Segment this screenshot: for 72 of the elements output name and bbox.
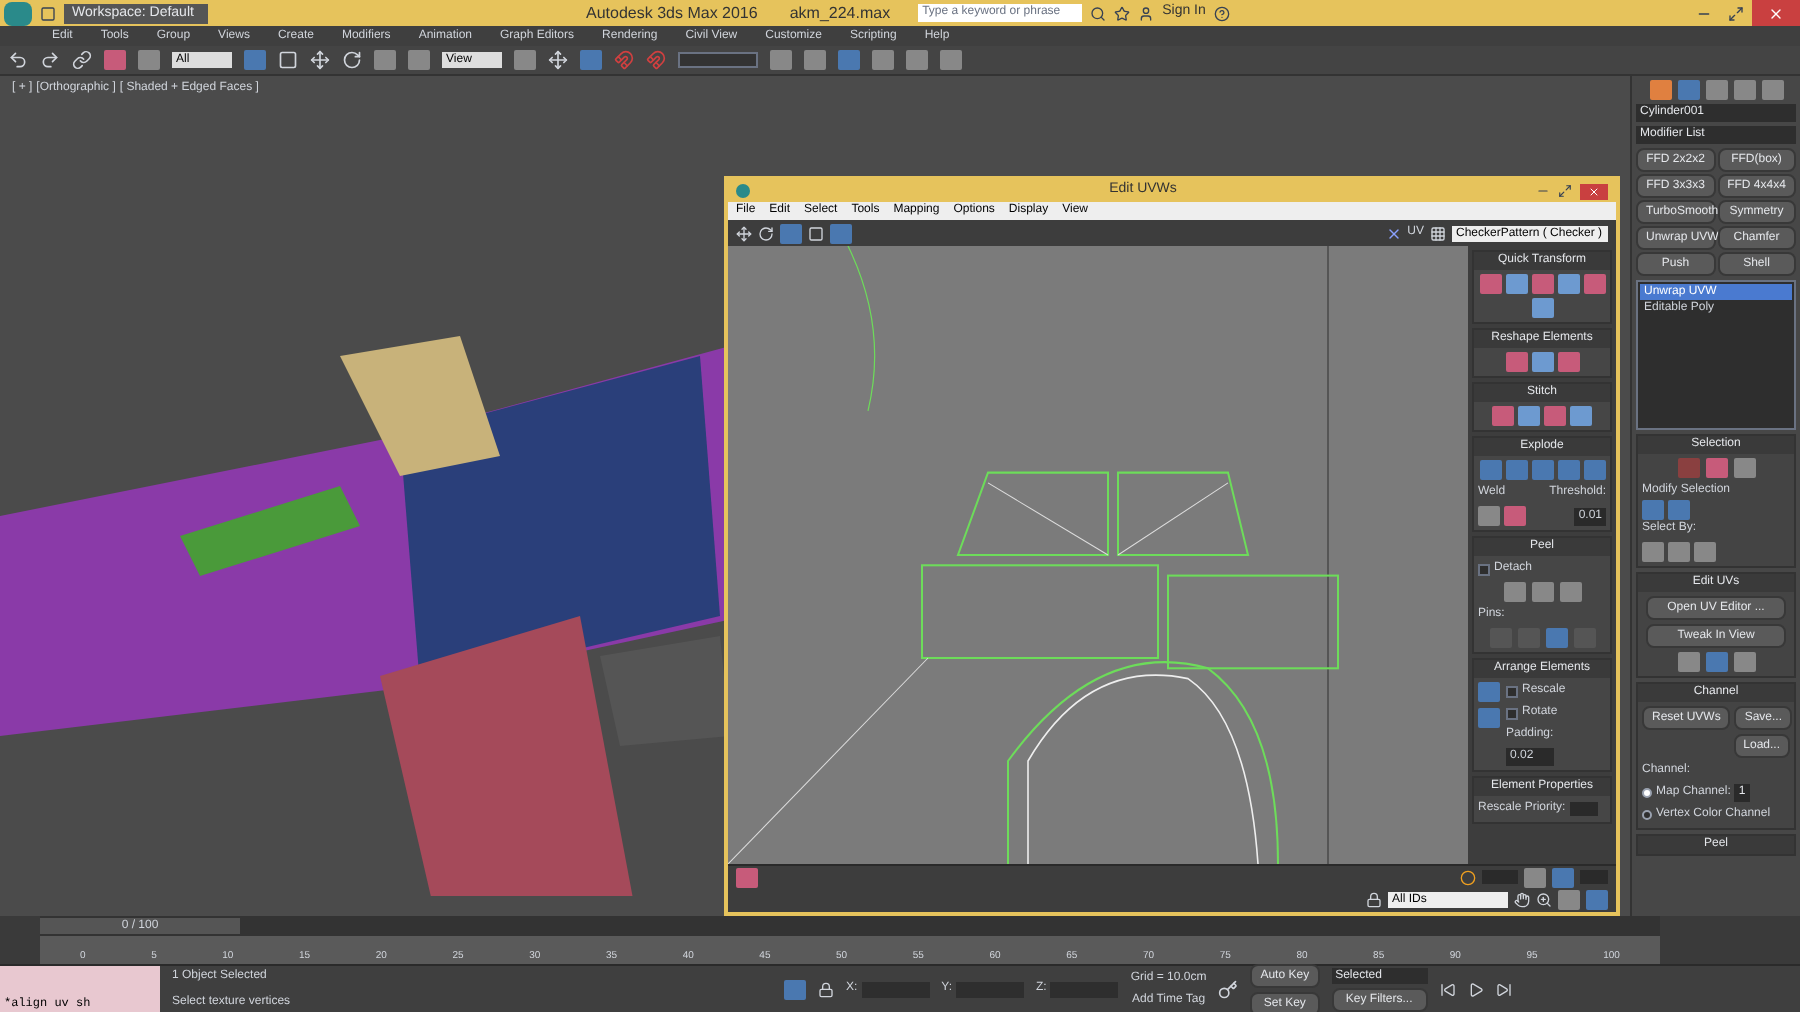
undo-icon[interactable]: [8, 50, 28, 70]
tool-icon[interactable]: [1677, 652, 1699, 672]
checkbox[interactable]: [1506, 707, 1518, 719]
select-region-icon[interactable]: [278, 50, 298, 70]
help-icon[interactable]: [1213, 5, 1230, 21]
lock-icon[interactable]: [1366, 892, 1382, 908]
tool-icon[interactable]: [1479, 460, 1501, 480]
tool-icon[interactable]: [1705, 80, 1727, 100]
tool-icon[interactable]: [1531, 460, 1553, 480]
tool-icon[interactable]: [1557, 352, 1579, 372]
move-icon[interactable]: [736, 225, 752, 241]
tool-icon[interactable]: [830, 223, 852, 243]
maximize-icon[interactable]: [1558, 184, 1572, 198]
tool-icon[interactable]: [1761, 80, 1783, 100]
redo-icon[interactable]: [40, 50, 60, 70]
move-icon[interactable]: [310, 50, 330, 70]
tool-icon[interactable]: [1733, 80, 1755, 100]
selection-set-field[interactable]: [678, 52, 758, 68]
tool-icon[interactable]: [1733, 652, 1755, 672]
tool-icon[interactable]: [1559, 582, 1581, 602]
snap-icon[interactable]: [614, 50, 634, 70]
grid-icon[interactable]: [1430, 225, 1446, 241]
tool-icon[interactable]: [1649, 80, 1671, 100]
file-name: akm_224.max: [789, 1, 891, 25]
checkbox[interactable]: [1478, 563, 1490, 575]
tool-icon[interactable]: [1583, 274, 1605, 294]
close-icon[interactable]: [1588, 185, 1600, 197]
tool-icon[interactable]: [1733, 458, 1755, 478]
tool-icon[interactable]: [1505, 460, 1527, 480]
tool-icon[interactable]: [1505, 352, 1527, 372]
tool-icon[interactable]: [1531, 352, 1553, 372]
tool-icon[interactable]: [1479, 274, 1501, 294]
rotate-icon[interactable]: [758, 225, 774, 241]
tool-icon[interactable]: [1557, 274, 1579, 294]
uv-editor-logo-icon: [736, 184, 750, 198]
window-title: Autodesk 3ds Max 2016: [586, 1, 758, 25]
skip-forward-icon[interactable]: [1495, 981, 1512, 997]
tool-icon[interactable]: [1524, 867, 1546, 887]
tool-icon[interactable]: [784, 979, 806, 999]
skip-back-icon[interactable]: [1439, 981, 1456, 997]
maximize-icon[interactable]: [1728, 5, 1744, 21]
tool-icon[interactable]: [1705, 458, 1727, 478]
tool-icon[interactable]: [1531, 582, 1553, 602]
tool-icon[interactable]: [1505, 274, 1527, 294]
radio-button[interactable]: [1642, 788, 1652, 798]
angle-snap-icon[interactable]: [646, 50, 666, 70]
tool-icon[interactable]: [1531, 298, 1553, 318]
radio-button[interactable]: [1642, 810, 1652, 820]
star-icon[interactable]: [1114, 5, 1131, 21]
tool-icon[interactable]: [1583, 460, 1605, 480]
checkbox[interactable]: [1506, 685, 1518, 697]
tool-icon[interactable]: [1705, 652, 1727, 672]
viewport[interactable]: [0, 76, 1630, 916]
tool-icon[interactable]: [1677, 458, 1699, 478]
close-icon[interactable]: [1768, 5, 1784, 21]
user-icon[interactable]: [1138, 5, 1155, 21]
app-logo-icon[interactable]: [4, 1, 32, 25]
play-icon[interactable]: [1467, 981, 1484, 997]
tool-icon[interactable]: [1677, 80, 1699, 100]
zoom-icon[interactable]: [1536, 892, 1552, 908]
tool-icon[interactable]: [1557, 460, 1579, 480]
tool-icon[interactable]: [736, 867, 758, 887]
tool-icon[interactable]: [1545, 628, 1567, 648]
key-icon[interactable]: [1218, 979, 1239, 999]
priority-field[interactable]: [1569, 802, 1598, 816]
pan-icon[interactable]: [1514, 892, 1530, 908]
lock-icon[interactable]: [818, 981, 834, 997]
rotate-icon[interactable]: [342, 50, 362, 70]
tool-icon[interactable]: [1531, 274, 1553, 294]
tool-icon[interactable]: [1503, 582, 1525, 602]
link-icon[interactable]: [72, 50, 92, 70]
minimize-icon[interactable]: [1536, 184, 1550, 198]
